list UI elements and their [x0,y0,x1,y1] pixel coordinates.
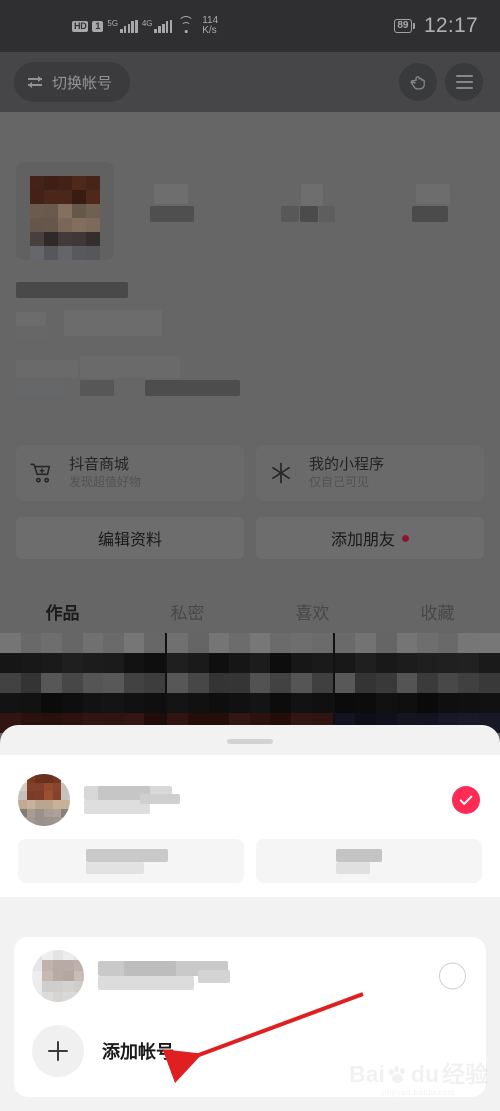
add-account-label: 添加帐号 [102,1042,174,1062]
signal-bars-icon [154,19,173,33]
wifi-icon [178,15,195,33]
notification-dot [402,534,409,542]
avatar[interactable] [16,162,114,260]
entry-title: 抖音商城 [69,456,130,474]
entry-text: 抖音商城 发现超值好物 [69,457,141,489]
stat-item[interactable] [150,184,210,230]
entry-subtitle: 仅自己可见 [309,474,370,489]
signal-4g-label: 4G [141,18,153,28]
video-thumbnail[interactable] [0,633,166,733]
signal-bars-icon [120,19,138,33]
drag-handle[interactable] [227,739,273,744]
tab-favorites[interactable]: 收藏 [375,599,500,624]
check-circle-icon[interactable] [452,786,480,814]
account-row-current[interactable] [0,769,500,831]
radio-unselected-icon[interactable] [439,962,466,990]
sim-badge: 1 [92,20,104,32]
switch-account-label: 切换帐号 [52,74,113,92]
video-grid [0,633,500,733]
account-info-row [0,831,500,883]
battery-icon: 89 [393,19,415,33]
pointing-hand-button[interactable] [399,63,437,101]
account-name [84,784,264,816]
video-thumbnail[interactable] [334,633,500,733]
profile-header: 抖音商城 发现超值好物 我的小程序 仅自己可见 编辑资料 添加朋友 [0,112,500,589]
entry-text: 我的小程序 仅自己可见 [309,457,384,489]
shopping-cart-icon [24,456,58,490]
account-switch-sheet: 添加帐号 Bai du 经验 jingyan.baidu.com [0,725,500,1111]
entry-subtitle: 发现超值好物 [69,474,142,489]
account-avatar [32,950,84,1002]
hd-badge: HD [72,20,89,32]
switch-account-button[interactable]: 切换帐号 [14,62,131,102]
menu-button[interactable] [445,63,483,101]
account-name [98,960,278,992]
mini-program-icon [264,456,298,490]
edit-profile-button[interactable]: 编辑资料 [16,517,244,559]
profile-tabs: 作品 私密 喜欢 收藏 [0,589,500,633]
account-card-secondary: 添加帐号 [14,937,486,1097]
swap-arrows-icon [28,75,44,89]
stat-item[interactable] [273,184,353,230]
edit-profile-label: 编辑资料 [97,532,162,549]
entry-title: 我的小程序 [309,456,385,474]
tab-works[interactable]: 作品 [0,599,125,624]
profile-stats [150,184,490,230]
account-info-box[interactable] [256,839,482,883]
network-speed: 114 K/s [202,15,218,37]
tab-private[interactable]: 私密 [125,599,250,624]
add-friend-button[interactable]: 添加朋友 [256,517,484,559]
status-bar-right: 89 12:17 [393,0,478,52]
signal-4g: 4G [141,18,173,33]
plus-icon [32,1025,84,1077]
signal-5g-label: 5G [107,18,119,28]
tab-likes[interactable]: 喜欢 [250,599,375,624]
account-avatar [18,774,70,826]
entry-douyin-mall[interactable]: 抖音商城 发现超值好物 [16,445,244,501]
pointing-hand-icon [410,76,425,90]
status-bar: HD 1 5G 4G 114 K/s 89 12:17 [0,0,500,52]
clock: 12:17 [423,14,478,37]
signal-5g: 5G [107,18,138,33]
account-info-box[interactable] [18,839,244,883]
entry-mini-program[interactable]: 我的小程序 仅自己可见 [256,445,484,501]
stat-item[interactable] [406,184,466,230]
hamburger-menu-icon [455,75,473,89]
account-card-current [0,755,500,897]
video-thumbnail[interactable] [167,633,333,733]
add-account-row[interactable]: 添加帐号 [14,1023,486,1079]
phone-screen: HD 1 5G 4G 114 K/s 89 12:17 切换帐号 抖音商城 发现… [0,0,500,1111]
status-bar-left: HD 1 5G 4G 114 K/s [72,0,218,52]
profile-action-row: 编辑资料 添加朋友 [16,517,484,559]
top-nav-bar: 切换帐号 [0,52,500,112]
network-speed-unit: K/s [202,25,217,36]
profile-entry-row: 抖音商城 发现超值好物 我的小程序 仅自己可见 [16,445,484,501]
add-friend-label: 添加朋友 [330,532,395,549]
battery-level: 89 [393,19,412,33]
account-row-other[interactable] [14,945,486,1007]
